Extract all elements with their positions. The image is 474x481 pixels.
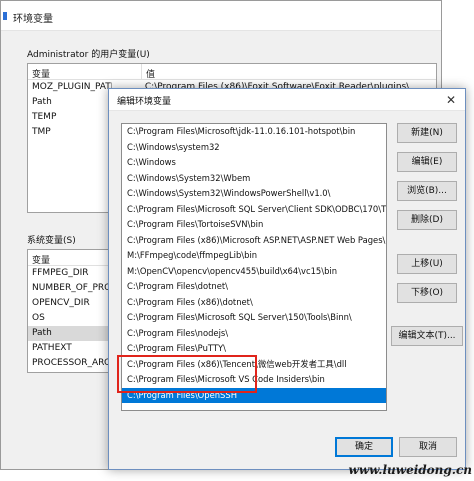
path-entries-list[interactable]: C:\Program Files\Microsoft\jdk-11.0.16.1… xyxy=(121,123,387,411)
system-var-name: PATHEXT xyxy=(32,343,72,353)
user-var-name: MOZ_PLUGIN_PATH xyxy=(32,82,112,92)
path-entry[interactable]: C:\Windows\System32\Wbem xyxy=(122,171,386,187)
close-icon[interactable]: ✕ xyxy=(443,92,459,108)
path-entry[interactable]: M:\FFmpeg\code\ffmpegLib\bin xyxy=(122,248,386,264)
user-var-name: Path xyxy=(32,97,52,107)
move-down-button[interactable]: 下移(O) xyxy=(397,283,457,303)
move-up-button[interactable]: 上移(U) xyxy=(397,254,457,274)
bg-titlebar: 环境变量 xyxy=(1,1,441,31)
system-var-name: OPENCV_DIR xyxy=(32,298,90,308)
path-entry[interactable]: C:\Program Files\dotnet\ xyxy=(122,279,386,295)
system-var-name: Path xyxy=(32,328,52,338)
system-variables-label: 系统变量(S) xyxy=(27,236,76,246)
path-entry[interactable]: C:\Windows\System32\WindowsPowerShell\v1… xyxy=(122,186,386,202)
path-entry[interactable]: C:\Program Files\Microsoft VS Code Insid… xyxy=(122,372,386,388)
bg-window-title: 环境变量 xyxy=(13,14,53,25)
path-entry-selected[interactable]: C:\Program Files\OpenSSH xyxy=(122,387,386,403)
path-entry[interactable]: C:\Program Files (x86)\dotnet\ xyxy=(122,295,386,311)
user-col-variable[interactable]: 变量 xyxy=(32,67,50,80)
system-var-name: OS xyxy=(32,313,45,323)
path-entry[interactable]: C:\Program Files\nodejs\ xyxy=(122,326,386,342)
dialog-title: 编辑环境变量 xyxy=(117,97,172,107)
path-entry[interactable]: C:\Windows\system32 xyxy=(122,140,386,156)
browse-button[interactable]: 浏览(B)... xyxy=(397,181,457,201)
path-entry[interactable]: C:\Program Files\TortoiseSVN\bin xyxy=(122,217,386,233)
system-var-name: FFMPEG_DIR xyxy=(32,268,89,278)
path-entry[interactable]: C:\Program Files (x86)\Microsoft ASP.NET… xyxy=(122,233,386,249)
user-col-value[interactable]: 值 xyxy=(146,67,155,80)
user-var-name: TEMP xyxy=(32,112,57,122)
path-entry[interactable]: C:\Program Files (x86)\Tencent\微信web开发者工… xyxy=(122,357,386,373)
path-entry[interactable]: M:\OpenCV\opencv\opencv455\build\x64\vc1… xyxy=(122,264,386,280)
path-entry[interactable]: C:\Program Files\PuTTY\ xyxy=(122,341,386,357)
path-entry[interactable]: C:\Program Files\Microsoft SQL Server\15… xyxy=(122,310,386,326)
window-icon xyxy=(3,12,7,20)
watermark: www.luweidong.cn xyxy=(348,463,473,477)
path-entry[interactable]: C:\Windows xyxy=(122,155,386,171)
system-col-variable[interactable]: 变量 xyxy=(32,253,50,266)
new-button[interactable]: 新建(N) xyxy=(397,123,457,143)
dialog-titlebar: 编辑环境变量 ✕ xyxy=(109,89,465,111)
ok-button[interactable]: 确定 xyxy=(335,437,393,457)
user-list-header: 变量 值 xyxy=(28,64,436,80)
edit-environment-variable-dialog: 编辑环境变量 ✕ C:\Program Files\Microsoft\jdk-… xyxy=(108,88,466,470)
user-var-name: TMP xyxy=(32,127,51,137)
path-entry[interactable]: C:\Program Files\Microsoft\jdk-11.0.16.1… xyxy=(122,124,386,140)
delete-button[interactable]: 删除(D) xyxy=(397,210,457,230)
user-variables-label: Administrator 的用户变量(U) xyxy=(27,50,150,60)
cancel-button[interactable]: 取消 xyxy=(399,437,457,457)
edit-text-button[interactable]: 编辑文本(T)... xyxy=(391,326,463,346)
path-entry[interactable]: C:\Program Files\Microsoft SQL Server\Cl… xyxy=(122,202,386,218)
edit-button[interactable]: 编辑(E) xyxy=(397,152,457,172)
